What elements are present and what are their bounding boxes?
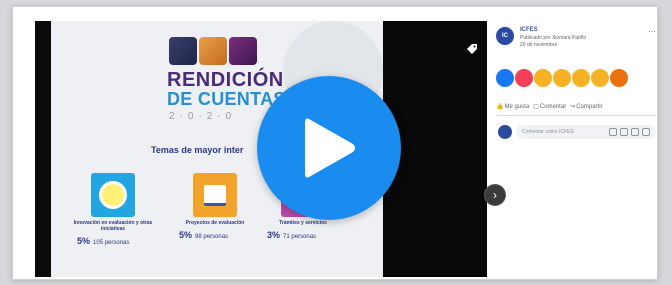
sticker-icon[interactable]	[642, 128, 650, 136]
topic-percent: 5%	[77, 236, 91, 246]
share-icon: ↪	[570, 104, 576, 110]
play-icon	[305, 118, 355, 178]
commenter-avatar	[498, 125, 512, 139]
tag-icon[interactable]	[466, 43, 478, 55]
topic-card: Proyectos de evaluación 5% 98 personas	[175, 173, 255, 240]
comment-label: Comentar	[539, 103, 567, 110]
next-photo-button[interactable]: ›	[484, 184, 506, 206]
topic-tile	[193, 173, 237, 217]
comment-placeholder: Comentar como ICFES	[522, 129, 574, 135]
share-button[interactable]: ↪ Compartir	[570, 103, 603, 111]
lightbulb-icon	[99, 181, 127, 209]
slide-title-line2: DE CUENTAS	[167, 89, 286, 109]
published-by: Publicado por Xiomara Patiño	[520, 35, 587, 41]
comment-icon: ▢	[533, 104, 539, 110]
topic-label: Trámites y servicios	[279, 220, 327, 226]
camera-icon[interactable]	[620, 128, 628, 136]
photo-2	[199, 37, 227, 65]
slide-section-title: Temas de mayor inter	[151, 145, 244, 155]
comment-button[interactable]: ▢ Comentar	[533, 103, 567, 111]
divider	[496, 115, 656, 116]
topic-people: 71 personas	[283, 234, 317, 240]
like-reaction-icon[interactable]	[496, 69, 514, 87]
topic-percent: 3%	[267, 230, 281, 240]
topic-label: Proyectos de evaluación	[185, 220, 245, 226]
book-icon	[204, 184, 226, 206]
topic-people: 98 personas	[195, 234, 229, 240]
reaction-picker	[496, 69, 628, 87]
photo-3	[229, 37, 257, 65]
topic-percent: 5%	[179, 230, 193, 240]
sad-reaction-icon[interactable]	[591, 69, 609, 87]
topic-people: 105 personas	[93, 240, 130, 246]
post-date[interactable]: 20 de noviembre	[520, 42, 557, 48]
topic-stat: 5% 105 personas	[73, 236, 153, 246]
like-label: Me gusta	[504, 103, 530, 110]
chevron-right-icon: ›	[493, 188, 497, 202]
page-name[interactable]: ICFES	[520, 27, 538, 33]
page-avatar[interactable]: IC	[496, 27, 514, 45]
emoji-icon[interactable]	[609, 128, 617, 136]
angry-reaction-icon[interactable]	[610, 69, 628, 87]
like-button[interactable]: 👍 Me gusta	[496, 103, 530, 111]
haha-reaction-icon[interactable]	[553, 69, 571, 87]
share-label: Compartir	[576, 103, 603, 110]
wow-reaction-icon[interactable]	[572, 69, 590, 87]
slide-year: 2·0·2·0	[169, 111, 237, 122]
slide-photos	[169, 37, 257, 65]
play-button[interactable]	[257, 76, 401, 220]
thumbs-up-icon: 👍	[496, 104, 504, 110]
care-reaction-icon[interactable]	[534, 69, 552, 87]
topic-label: Innovación en evaluación y otras iniciat…	[73, 220, 153, 232]
post-card: RENDICIÓN DE CUENTAS 2·0·2·0 Temas de ma…	[12, 6, 658, 280]
topic-card: Innovación en evaluación y otras iniciat…	[73, 173, 153, 246]
comment-tools	[609, 128, 650, 136]
topic-stat: 5% 98 personas	[175, 230, 255, 240]
gif-icon[interactable]	[631, 128, 639, 136]
topic-tile	[91, 173, 135, 217]
more-options-icon[interactable]: ···	[648, 27, 656, 36]
topic-stat: 3% 71 personas	[263, 230, 343, 240]
love-reaction-icon[interactable]	[515, 69, 533, 87]
comment-input[interactable]: Comentar como ICFES	[516, 125, 656, 139]
post-actions: 👍 Me gusta ▢ Comentar ↪ Compartir	[496, 103, 603, 111]
expand-icon[interactable]	[490, 45, 500, 55]
photo-1	[169, 37, 197, 65]
